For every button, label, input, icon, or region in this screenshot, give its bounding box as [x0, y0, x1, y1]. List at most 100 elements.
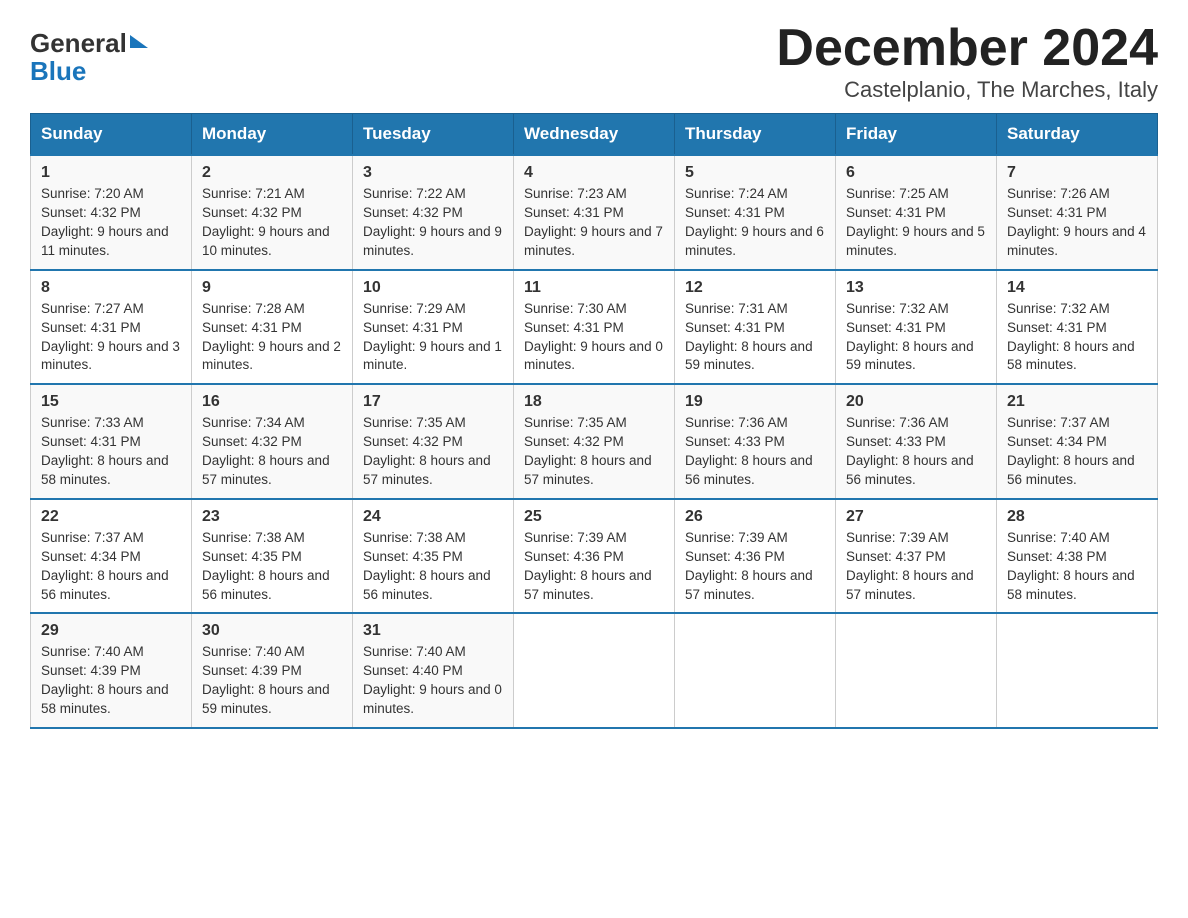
day-info: Sunrise: 7:29 AMSunset: 4:31 PMDaylight:… — [363, 301, 502, 373]
day-info: Sunrise: 7:23 AMSunset: 4:31 PMDaylight:… — [524, 186, 663, 258]
calendar-cell: 23 Sunrise: 7:38 AMSunset: 4:35 PMDayligh… — [192, 499, 353, 614]
calendar-cell: 3Sunrise: 7:22 AMSunset: 4:32 PMDaylight… — [353, 155, 514, 270]
calendar-cell: 1 Sunrise: 7:20 AMSunset: 4:32 PMDaylight… — [31, 155, 192, 270]
calendar-week-row: 22 Sunrise: 7:37 AMSunset: 4:34 PMDayligh… — [31, 499, 1158, 614]
col-header-saturday: Saturday — [997, 114, 1158, 156]
day-number: 21 — [1007, 393, 1147, 411]
day-number: 29 — [41, 622, 181, 640]
day-number: 1 — [41, 164, 181, 182]
calendar-cell: 9Sunrise: 7:28 AMSunset: 4:31 PMDaylight… — [192, 270, 353, 385]
calendar-cell: 19 Sunrise: 7:36 AMSunset: 4:33 PMDayligh… — [675, 384, 836, 499]
calendar-cell: 7 Sunrise: 7:26 AMSunset: 4:31 PMDaylight… — [997, 155, 1158, 270]
col-header-tuesday: Tuesday — [353, 114, 514, 156]
calendar-title: December 2024 — [776, 20, 1158, 77]
calendar-subtitle: Castelplanio, The Marches, Italy — [776, 77, 1158, 103]
calendar-cell: 14 Sunrise: 7:32 AMSunset: 4:31 PMDayligh… — [997, 270, 1158, 385]
calendar-week-row: 15Sunrise: 7:33 AMSunset: 4:31 PMDayligh… — [31, 384, 1158, 499]
day-number: 23 — [202, 508, 342, 526]
day-number: 2 — [202, 164, 342, 182]
day-info: Sunrise: 7:40 AMSunset: 4:39 PMDaylight:… — [41, 644, 169, 716]
calendar-cell: 13 Sunrise: 7:32 AMSunset: 4:31 PMDayligh… — [836, 270, 997, 385]
day-info: Sunrise: 7:30 AMSunset: 4:31 PMDaylight:… — [524, 301, 663, 373]
day-number: 4 — [524, 164, 664, 182]
calendar-cell — [836, 613, 997, 728]
day-info: Sunrise: 7:34 AMSunset: 4:32 PMDaylight:… — [202, 415, 330, 487]
day-number: 27 — [846, 508, 986, 526]
calendar-cell: 18Sunrise: 7:35 AMSunset: 4:32 PMDayligh… — [514, 384, 675, 499]
calendar-cell: 29 Sunrise: 7:40 AMSunset: 4:39 PMDayligh… — [31, 613, 192, 728]
day-info: Sunrise: 7:21 AMSunset: 4:32 PMDaylight:… — [202, 186, 330, 258]
day-number: 14 — [1007, 279, 1147, 297]
calendar-header-row: SundayMondayTuesdayWednesdayThursdayFrid… — [31, 114, 1158, 156]
day-number: 8 — [41, 279, 181, 297]
calendar-cell: 31 Sunrise: 7:40 AMSunset: 4:40 PMDayligh… — [353, 613, 514, 728]
day-info: Sunrise: 7:38 AMSunset: 4:35 PMDaylight:… — [363, 530, 491, 602]
day-info: Sunrise: 7:26 AMSunset: 4:31 PMDaylight:… — [1007, 186, 1146, 258]
logo: General Blue — [30, 20, 148, 87]
calendar-cell: 10 Sunrise: 7:29 AMSunset: 4:31 PMDayligh… — [353, 270, 514, 385]
day-info: Sunrise: 7:32 AMSunset: 4:31 PMDaylight:… — [1007, 301, 1135, 373]
day-info: Sunrise: 7:37 AMSunset: 4:34 PMDaylight:… — [1007, 415, 1135, 487]
day-number: 11 — [524, 279, 664, 297]
day-number: 30 — [202, 622, 342, 640]
calendar-cell: 30Sunrise: 7:40 AMSunset: 4:39 PMDayligh… — [192, 613, 353, 728]
day-info: Sunrise: 7:40 AMSunset: 4:38 PMDaylight:… — [1007, 530, 1135, 602]
calendar-week-row: 1 Sunrise: 7:20 AMSunset: 4:32 PMDaylight… — [31, 155, 1158, 270]
calendar-cell: 27Sunrise: 7:39 AMSunset: 4:37 PMDayligh… — [836, 499, 997, 614]
day-number: 9 — [202, 279, 342, 297]
calendar-cell: 26 Sunrise: 7:39 AMSunset: 4:36 PMDayligh… — [675, 499, 836, 614]
day-number: 6 — [846, 164, 986, 182]
day-number: 15 — [41, 393, 181, 411]
day-number: 3 — [363, 164, 503, 182]
day-number: 5 — [685, 164, 825, 182]
day-info: Sunrise: 7:38 AMSunset: 4:35 PMDaylight:… — [202, 530, 330, 602]
calendar-cell: 17 Sunrise: 7:35 AMSunset: 4:32 PMDayligh… — [353, 384, 514, 499]
calendar-cell — [514, 613, 675, 728]
calendar-cell: 20Sunrise: 7:36 AMSunset: 4:33 PMDayligh… — [836, 384, 997, 499]
day-info: Sunrise: 7:36 AMSunset: 4:33 PMDaylight:… — [846, 415, 974, 487]
calendar-week-row: 8 Sunrise: 7:27 AMSunset: 4:31 PMDaylight… — [31, 270, 1158, 385]
day-info: Sunrise: 7:40 AMSunset: 4:40 PMDaylight:… — [363, 644, 502, 716]
day-info: Sunrise: 7:24 AMSunset: 4:31 PMDaylight:… — [685, 186, 824, 258]
logo-general: General — [30, 30, 127, 56]
day-info: Sunrise: 7:32 AMSunset: 4:31 PMDaylight:… — [846, 301, 974, 373]
day-info: Sunrise: 7:36 AMSunset: 4:33 PMDaylight:… — [685, 415, 813, 487]
calendar-week-row: 29 Sunrise: 7:40 AMSunset: 4:39 PMDayligh… — [31, 613, 1158, 728]
day-number: 22 — [41, 508, 181, 526]
day-info: Sunrise: 7:37 AMSunset: 4:34 PMDaylight:… — [41, 530, 169, 602]
col-header-friday: Friday — [836, 114, 997, 156]
title-block: December 2024 Castelplanio, The Marches,… — [776, 20, 1158, 103]
day-info: Sunrise: 7:27 AMSunset: 4:31 PMDaylight:… — [41, 301, 180, 373]
calendar-cell: 11 Sunrise: 7:30 AMSunset: 4:31 PMDayligh… — [514, 270, 675, 385]
calendar-cell: 24 Sunrise: 7:38 AMSunset: 4:35 PMDayligh… — [353, 499, 514, 614]
calendar-cell: 16Sunrise: 7:34 AMSunset: 4:32 PMDayligh… — [192, 384, 353, 499]
calendar-cell: 28Sunrise: 7:40 AMSunset: 4:38 PMDayligh… — [997, 499, 1158, 614]
day-info: Sunrise: 7:31 AMSunset: 4:31 PMDaylight:… — [685, 301, 813, 373]
day-info: Sunrise: 7:35 AMSunset: 4:32 PMDaylight:… — [524, 415, 652, 487]
day-info: Sunrise: 7:20 AMSunset: 4:32 PMDaylight:… — [41, 186, 169, 258]
day-number: 31 — [363, 622, 503, 640]
day-number: 12 — [685, 279, 825, 297]
col-header-sunday: Sunday — [31, 114, 192, 156]
calendar-table: SundayMondayTuesdayWednesdayThursdayFrid… — [30, 113, 1158, 729]
col-header-monday: Monday — [192, 114, 353, 156]
day-info: Sunrise: 7:39 AMSunset: 4:36 PMDaylight:… — [685, 530, 813, 602]
day-number: 19 — [685, 393, 825, 411]
page-header: General Blue December 2024 Castelplanio,… — [30, 20, 1158, 103]
calendar-cell: 12 Sunrise: 7:31 AMSunset: 4:31 PMDayligh… — [675, 270, 836, 385]
day-number: 7 — [1007, 164, 1147, 182]
calendar-cell: 2 Sunrise: 7:21 AMSunset: 4:32 PMDaylight… — [192, 155, 353, 270]
day-number: 10 — [363, 279, 503, 297]
calendar-cell: 21 Sunrise: 7:37 AMSunset: 4:34 PMDayligh… — [997, 384, 1158, 499]
day-number: 24 — [363, 508, 503, 526]
day-info: Sunrise: 7:35 AMSunset: 4:32 PMDaylight:… — [363, 415, 491, 487]
calendar-cell: 22 Sunrise: 7:37 AMSunset: 4:34 PMDayligh… — [31, 499, 192, 614]
day-number: 13 — [846, 279, 986, 297]
calendar-cell: 8 Sunrise: 7:27 AMSunset: 4:31 PMDaylight… — [31, 270, 192, 385]
day-number: 17 — [363, 393, 503, 411]
calendar-cell: 25Sunrise: 7:39 AMSunset: 4:36 PMDayligh… — [514, 499, 675, 614]
day-number: 25 — [524, 508, 664, 526]
calendar-cell: 4 Sunrise: 7:23 AMSunset: 4:31 PMDaylight… — [514, 155, 675, 270]
day-number: 26 — [685, 508, 825, 526]
calendar-cell: 6Sunrise: 7:25 AMSunset: 4:31 PMDaylight… — [836, 155, 997, 270]
